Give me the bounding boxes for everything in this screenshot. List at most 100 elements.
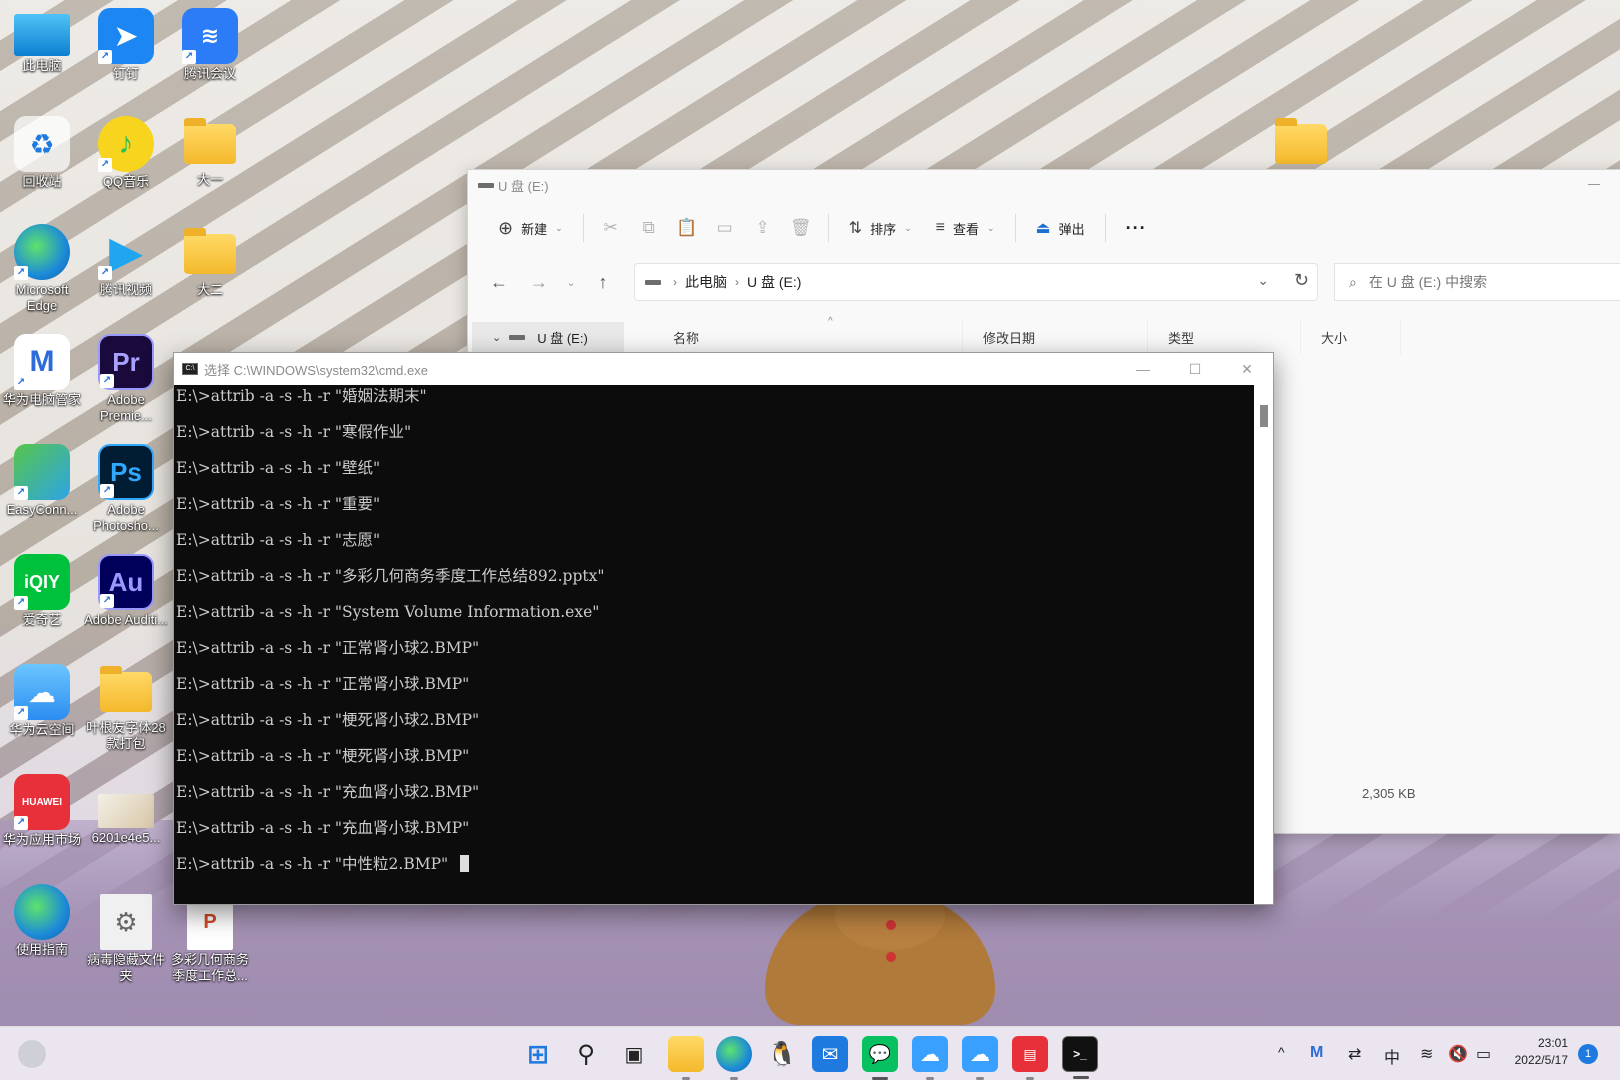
desktop-icon-iqiyi[interactable]: iQIY ↗ 爱奇艺 [0,554,84,628]
forward-arrow-icon[interactable]: → [522,267,556,297]
widgets-icon[interactable] [18,1040,46,1068]
console-line: E:\>attrib -a -s -h -r "充血肾小球.BMP" [176,819,470,837]
battery-icon[interactable]: ▭ [1476,1044,1491,1064]
more-options-button[interactable]: ··· [1116,212,1157,245]
volume-muted-icon[interactable]: 🔇 [1448,1044,1468,1064]
file-size-value: 2,305 KB [1362,786,1416,801]
column-header-size[interactable]: 大小 [1301,320,1401,354]
wallpaper-button-dot [886,920,896,930]
new-button[interactable]: ⊕ 新建 ⌄ [488,212,573,245]
sort-icon: ⇅ [848,220,863,237]
desktop-icon-label: 多彩几何商务季度工作总... [170,952,249,983]
address-history-chevron-icon[interactable]: ⌄ [1257,272,1269,289]
address-bar[interactable]: › 此电脑 › U 盘 (E:) ⌄ ↻ [634,263,1318,301]
refresh-icon[interactable]: ↻ [1294,270,1309,291]
close-icon[interactable]: ✕ [1221,353,1273,385]
desktop-icon-font-folder[interactable]: 叶根友字体28款打包 [84,664,168,752]
column-header-name[interactable]: 名称 [643,320,963,354]
desktop-icon-qq-music[interactable]: ♪ ↗ QQ音乐 [84,116,168,190]
view-button[interactable]: ≡ 查看 ⌄ [926,213,1005,244]
desktop-icon-photoshop[interactable]: Ps ↗ Adobe Photosho... [84,444,168,534]
task-view-icon[interactable]: ▣ [616,1036,652,1072]
search-box[interactable]: ⌕ [1334,263,1620,301]
minimize-icon[interactable] [1588,184,1600,185]
desktop-icon-easyconnect[interactable]: ↗ EasyConn... [0,444,84,518]
eject-button[interactable]: ⏏ 弹出 [1026,212,1095,244]
folder-icon [100,666,152,712]
cut-icon[interactable]: ✂ [594,214,628,242]
wifi-icon[interactable]: ≋ [1420,1044,1433,1064]
clock[interactable]: 23:01 2022/5/17 [1515,1035,1568,1069]
desktop-icon-dingtalk[interactable]: ➤ ↗ 钉钉 [84,8,168,82]
recent-locations-chevron-icon[interactable]: ⌄ [562,267,580,297]
desktop-icon-folder[interactable] [1259,116,1343,172]
edge-icon[interactable] [716,1036,752,1080]
desktop-icon-folder-year2[interactable]: 大二 [168,226,252,298]
share-icon[interactable]: ⇪ [746,214,780,242]
notification-badge[interactable]: 1 [1578,1044,1598,1064]
windows-start-icon[interactable]: ⊞ [520,1036,556,1072]
chevron-down-icon: ⌄ [555,222,563,233]
cmd-window: C:\ 选择 C:\WINDOWS\system32\cmd.exe — ☐ ✕… [173,352,1274,905]
desktop-icon-huawei-cloud[interactable]: ☁ ↗ 华为云空间 [0,664,84,738]
explorer-titlebar[interactable]: U 盘 (E:) [468,170,1620,200]
sync-arrows-icon[interactable]: ⇄ [1348,1044,1361,1064]
copy-icon[interactable]: ⧉ [632,214,666,242]
recycle-bin-icon: ♻ [14,116,70,172]
column-header-date-modified[interactable]: 修改日期 [963,320,1148,354]
desktop-icon-this-pc[interactable]: 此电脑 [0,8,84,74]
column-header-label: 类型 [1168,330,1195,346]
breadcrumb-this-pc[interactable]: 此电脑 [685,272,727,292]
cmd-scrollbar[interactable] [1254,385,1273,904]
qq-penguin-icon[interactable]: 🐧 [764,1036,800,1072]
cloud-icon[interactable]: ☁ [912,1036,948,1080]
input-method-indicator[interactable]: 中 [1384,1044,1400,1068]
huawei-pc-manager-tray-icon[interactable]: M [1310,1044,1323,1062]
sort-button[interactable]: ⇅ 排序 ⌄ [839,212,922,244]
desktop-icon-edge[interactable]: ↗ Microsoft Edge [0,224,84,314]
breadcrumb-usb-drive[interactable]: U 盘 (E:) [747,272,801,292]
desktop-icon-ppt-file[interactable]: P 多彩几何商务季度工作总... [168,894,252,984]
file-explorer-icon[interactable] [668,1036,704,1080]
desktop-icon-image-file[interactable]: 6201e4e5... [84,794,168,846]
desktop-icon-label: 此电脑 [22,58,62,73]
up-arrow-icon[interactable]: ↑ [586,267,620,297]
desktop-icon-huawei-appgallery[interactable]: HUAWEI ↗ 华为应用市场 [0,774,84,848]
delete-icon[interactable]: 🗑 [784,214,818,242]
search-input[interactable] [1368,274,1609,290]
column-header-type[interactable]: 类型 [1148,320,1301,354]
huawei-appgallery-icon[interactable]: ▤ [1012,1036,1048,1080]
desktop-icon-premiere[interactable]: Pr ↗ Adobe Premie... [84,334,168,424]
tray-overflow-chevron-icon[interactable]: ^ [1278,1044,1285,1060]
cmd-titlebar[interactable]: C:\ 选择 C:\WINDOWS\system32\cmd.exe — ☐ ✕ [174,353,1273,385]
console-output[interactable]: E:\>attrib -a -s -h -r "婚姻法期末" E:\>attrib… [174,385,1254,904]
back-arrow-icon[interactable]: ← [482,267,516,297]
desktop-icon-label: 腾讯会议 [183,66,236,81]
sort-label: 排序 [870,221,897,237]
monitor-icon [14,14,70,56]
eject-icon: ⏏ [1035,220,1051,237]
search-icon[interactable]: ⚲ [568,1036,604,1072]
desktop-icon-huawei-pc-manager[interactable]: M ↗ 华为电脑管家 [0,334,84,408]
scrollbar-thumb[interactable] [1260,405,1268,427]
desktop-icon-tencent-video[interactable]: ▶ ↗ 腾讯视频 [84,224,168,298]
desktop-icon-virus-folder[interactable]: ⚙ 病毒隐藏文件夹 [84,894,168,984]
desktop-icon-label: 病毒隐藏文件夹 [86,952,165,983]
paste-icon[interactable]: 📋 [670,214,704,242]
maximize-icon[interactable]: ☐ [1169,353,1221,385]
cmd-taskbar-icon[interactable]: >_ [1062,1036,1098,1079]
console-line: E:\>attrib -a -s -h -r "正常肾小球.BMP" [176,675,470,693]
desktop-icon-folder-year1[interactable]: 大一 [168,116,252,188]
toolbar-divider [1014,214,1016,242]
desktop-icon-audition[interactable]: Au ↗ Adobe Auditi... [84,554,168,628]
rename-icon[interactable]: ▭ [708,214,742,242]
desktop-icon-user-guide[interactable]: 使用指南 [0,884,84,958]
desktop-icon-tencent-meeting[interactable]: ≋ ↗ 腾讯会议 [168,8,252,82]
mail-icon[interactable]: ✉ [812,1036,848,1072]
wechat-icon[interactable]: 💬 [862,1036,898,1080]
minimize-icon[interactable]: — [1117,353,1169,385]
desktop-icon-recycle-bin[interactable]: ♻ 回收站 [0,116,84,190]
huawei-cloud-icon[interactable]: ☁ [962,1036,998,1080]
nav-pane-item-usb-drive[interactable]: ⌄ U 盘 (E:) [472,322,624,352]
console-line: E:\>attrib -a -s -h -r "梗死肾小球2.BMP" [176,711,480,729]
